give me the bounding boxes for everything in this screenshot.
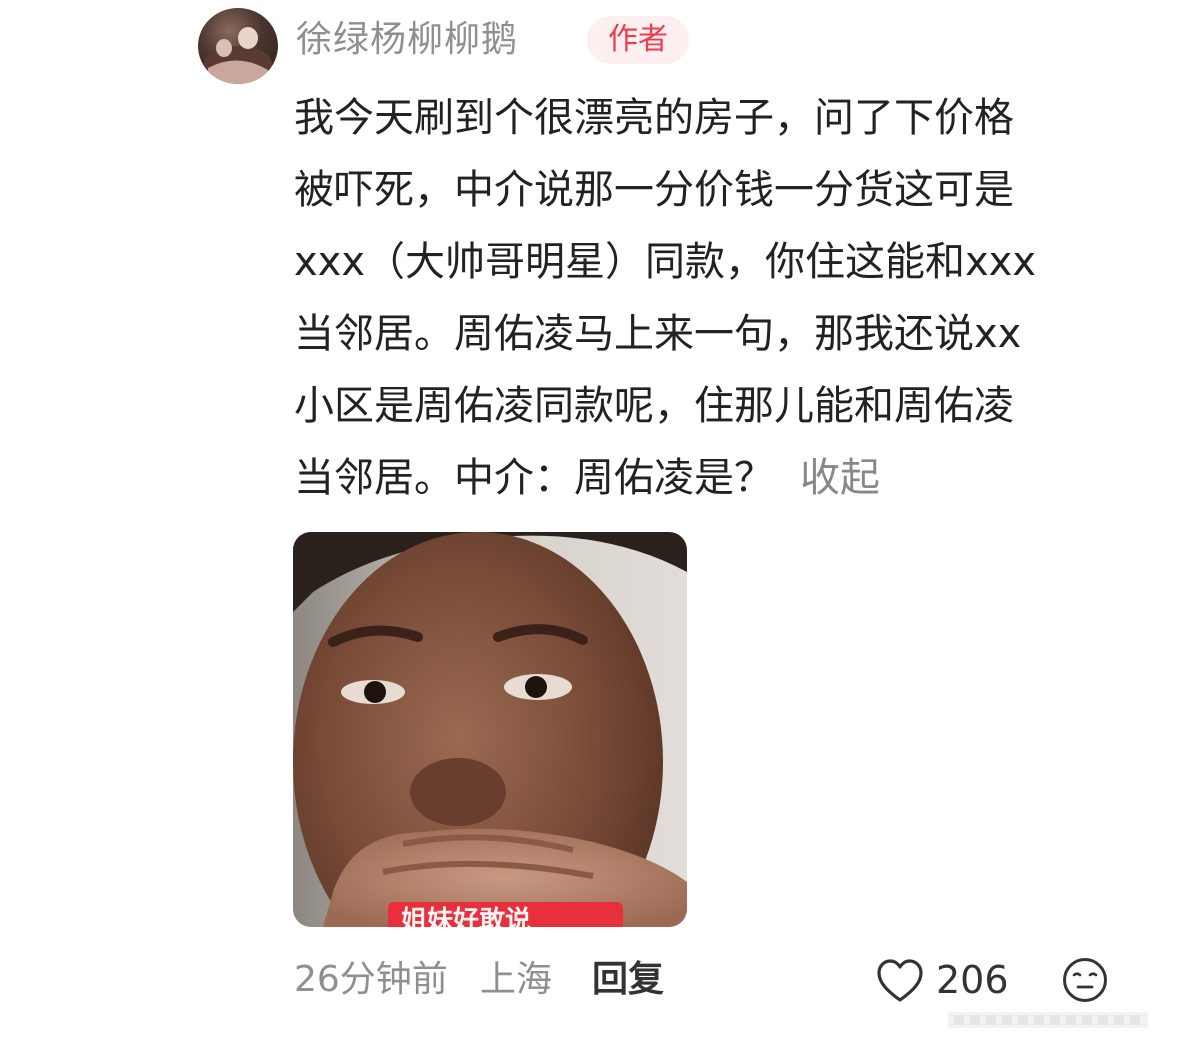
like-count: 206: [936, 958, 1009, 1002]
comment-text: 我今天刷到个很漂亮的房子，问了下价格 被吓死，中介说那一分价钱一分货这可是 xx…: [294, 82, 1134, 514]
comment-line: 当邻居。周佑凌马上来一句，那我还说xx: [294, 311, 1022, 357]
timestamp: 26分钟前: [294, 959, 448, 1000]
comment-line: xxx（大帅哥明星）同款，你住这能和xxx: [294, 239, 1037, 285]
collapse-link[interactable]: 收起: [800, 455, 880, 501]
comment-image[interactable]: 姐妹好敢说: [293, 532, 687, 927]
username[interactable]: 徐绿杨柳柳鹅: [296, 16, 518, 64]
watermark: [948, 1006, 1168, 1034]
comment-line-last: 当邻居。中介：周佑凌是？ 收起: [294, 442, 1134, 514]
comment-line: 小区是周佑凌同款呢，住那儿能和周佑凌: [294, 383, 1014, 429]
heart-icon[interactable]: [876, 958, 924, 1004]
reply-button[interactable]: 回复: [592, 955, 664, 1005]
author-badge: 作者: [587, 16, 689, 64]
neutral-face-icon[interactable]: [1062, 957, 1108, 1003]
avatar-image: [204, 27, 272, 84]
avatar[interactable]: [198, 8, 278, 84]
comment-line: 我今天刷到个很漂亮的房子，问了下价格: [294, 95, 1014, 141]
comment-line-text: 当邻居。中介：周佑凌是？: [294, 455, 774, 501]
comment-line: 被吓死，中介说那一分价钱一分货这可是: [294, 167, 1014, 213]
image-caption: 姐妹好敢说: [401, 906, 532, 927]
location: 上海: [480, 959, 553, 1000]
meme-photo: [293, 532, 687, 927]
